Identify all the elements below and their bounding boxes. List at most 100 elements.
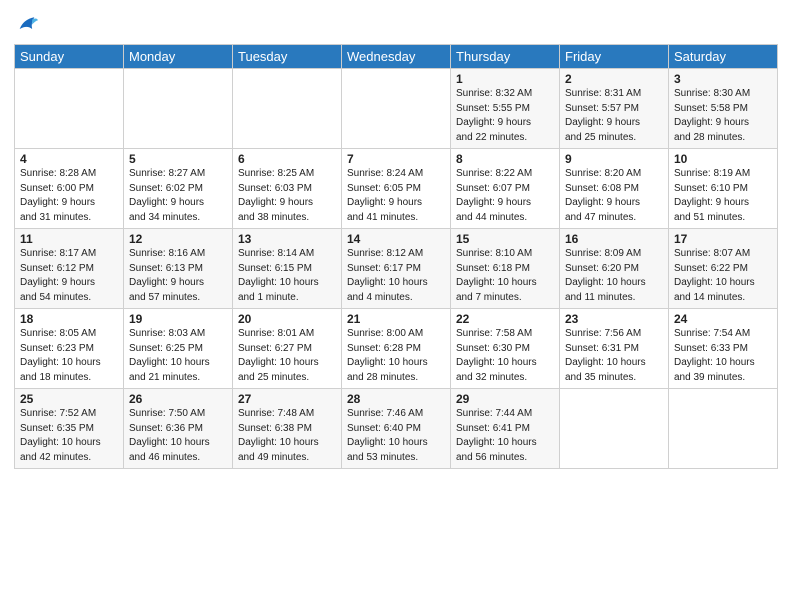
day-info: Sunrise: 7:48 AM Sunset: 6:38 PM Dayligh… (238, 407, 336, 465)
day-number: 5 (129, 152, 227, 166)
page-container: SundayMondayTuesdayWednesdayThursdayFrid… (0, 0, 792, 612)
day-info: Sunrise: 7:52 AM Sunset: 6:35 PM Dayligh… (20, 407, 118, 465)
calendar-header-friday: Friday (560, 45, 669, 69)
calendar-cell: 18Sunrise: 8:05 AM Sunset: 6:23 PM Dayli… (15, 309, 124, 389)
day-number: 4 (20, 152, 118, 166)
day-number: 24 (674, 312, 772, 326)
day-info: Sunrise: 7:54 AM Sunset: 6:33 PM Dayligh… (674, 327, 772, 385)
calendar-cell (560, 389, 669, 469)
calendar-cell: 20Sunrise: 8:01 AM Sunset: 6:27 PM Dayli… (233, 309, 342, 389)
day-info: Sunrise: 8:09 AM Sunset: 6:20 PM Dayligh… (565, 247, 663, 305)
calendar-cell: 17Sunrise: 8:07 AM Sunset: 6:22 PM Dayli… (669, 229, 778, 309)
calendar-cell: 15Sunrise: 8:10 AM Sunset: 6:18 PM Dayli… (451, 229, 560, 309)
day-number: 15 (456, 232, 554, 246)
day-info: Sunrise: 7:58 AM Sunset: 6:30 PM Dayligh… (456, 327, 554, 385)
header (14, 10, 778, 36)
day-number: 27 (238, 392, 336, 406)
calendar-cell (342, 69, 451, 149)
day-number: 20 (238, 312, 336, 326)
calendar-cell: 6Sunrise: 8:25 AM Sunset: 6:03 PM Daylig… (233, 149, 342, 229)
day-info: Sunrise: 8:12 AM Sunset: 6:17 PM Dayligh… (347, 247, 445, 305)
day-number: 8 (456, 152, 554, 166)
day-number: 1 (456, 72, 554, 86)
day-info: Sunrise: 8:17 AM Sunset: 6:12 PM Dayligh… (20, 247, 118, 305)
day-number: 12 (129, 232, 227, 246)
logo (14, 14, 38, 36)
calendar-header-row: SundayMondayTuesdayWednesdayThursdayFrid… (15, 45, 778, 69)
day-number: 13 (238, 232, 336, 246)
calendar-cell: 13Sunrise: 8:14 AM Sunset: 6:15 PM Dayli… (233, 229, 342, 309)
calendar-cell: 19Sunrise: 8:03 AM Sunset: 6:25 PM Dayli… (124, 309, 233, 389)
calendar-cell: 21Sunrise: 8:00 AM Sunset: 6:28 PM Dayli… (342, 309, 451, 389)
day-info: Sunrise: 8:28 AM Sunset: 6:00 PM Dayligh… (20, 167, 118, 225)
calendar-cell: 8Sunrise: 8:22 AM Sunset: 6:07 PM Daylig… (451, 149, 560, 229)
calendar-header-saturday: Saturday (669, 45, 778, 69)
day-number: 16 (565, 232, 663, 246)
day-number: 11 (20, 232, 118, 246)
calendar-cell: 3Sunrise: 8:30 AM Sunset: 5:58 PM Daylig… (669, 69, 778, 149)
calendar-cell: 10Sunrise: 8:19 AM Sunset: 6:10 PM Dayli… (669, 149, 778, 229)
day-number: 10 (674, 152, 772, 166)
day-info: Sunrise: 8:00 AM Sunset: 6:28 PM Dayligh… (347, 327, 445, 385)
calendar-week-row: 25Sunrise: 7:52 AM Sunset: 6:35 PM Dayli… (15, 389, 778, 469)
calendar-week-row: 1Sunrise: 8:32 AM Sunset: 5:55 PM Daylig… (15, 69, 778, 149)
calendar-cell: 29Sunrise: 7:44 AM Sunset: 6:41 PM Dayli… (451, 389, 560, 469)
day-info: Sunrise: 8:32 AM Sunset: 5:55 PM Dayligh… (456, 87, 554, 145)
calendar-cell (233, 69, 342, 149)
calendar-cell: 12Sunrise: 8:16 AM Sunset: 6:13 PM Dayli… (124, 229, 233, 309)
day-number: 28 (347, 392, 445, 406)
calendar-cell: 26Sunrise: 7:50 AM Sunset: 6:36 PM Dayli… (124, 389, 233, 469)
calendar-cell: 5Sunrise: 8:27 AM Sunset: 6:02 PM Daylig… (124, 149, 233, 229)
calendar-cell: 16Sunrise: 8:09 AM Sunset: 6:20 PM Dayli… (560, 229, 669, 309)
day-info: Sunrise: 7:50 AM Sunset: 6:36 PM Dayligh… (129, 407, 227, 465)
calendar-cell: 7Sunrise: 8:24 AM Sunset: 6:05 PM Daylig… (342, 149, 451, 229)
day-number: 6 (238, 152, 336, 166)
calendar-header-monday: Monday (124, 45, 233, 69)
day-info: Sunrise: 8:10 AM Sunset: 6:18 PM Dayligh… (456, 247, 554, 305)
calendar-cell: 4Sunrise: 8:28 AM Sunset: 6:00 PM Daylig… (15, 149, 124, 229)
day-number: 14 (347, 232, 445, 246)
logo-bird-icon (16, 14, 38, 36)
day-info: Sunrise: 8:22 AM Sunset: 6:07 PM Dayligh… (456, 167, 554, 225)
day-info: Sunrise: 8:07 AM Sunset: 6:22 PM Dayligh… (674, 247, 772, 305)
day-info: Sunrise: 8:03 AM Sunset: 6:25 PM Dayligh… (129, 327, 227, 385)
calendar-cell (124, 69, 233, 149)
calendar-cell: 2Sunrise: 8:31 AM Sunset: 5:57 PM Daylig… (560, 69, 669, 149)
day-number: 29 (456, 392, 554, 406)
day-number: 9 (565, 152, 663, 166)
day-info: Sunrise: 8:16 AM Sunset: 6:13 PM Dayligh… (129, 247, 227, 305)
calendar-header-tuesday: Tuesday (233, 45, 342, 69)
day-info: Sunrise: 8:19 AM Sunset: 6:10 PM Dayligh… (674, 167, 772, 225)
day-number: 3 (674, 72, 772, 86)
calendar-cell: 22Sunrise: 7:58 AM Sunset: 6:30 PM Dayli… (451, 309, 560, 389)
calendar-table: SundayMondayTuesdayWednesdayThursdayFrid… (14, 44, 778, 469)
day-info: Sunrise: 8:01 AM Sunset: 6:27 PM Dayligh… (238, 327, 336, 385)
day-number: 22 (456, 312, 554, 326)
calendar-cell: 24Sunrise: 7:54 AM Sunset: 6:33 PM Dayli… (669, 309, 778, 389)
calendar-cell: 27Sunrise: 7:48 AM Sunset: 6:38 PM Dayli… (233, 389, 342, 469)
day-number: 23 (565, 312, 663, 326)
day-info: Sunrise: 8:31 AM Sunset: 5:57 PM Dayligh… (565, 87, 663, 145)
calendar-cell: 25Sunrise: 7:52 AM Sunset: 6:35 PM Dayli… (15, 389, 124, 469)
calendar-cell (15, 69, 124, 149)
day-info: Sunrise: 8:25 AM Sunset: 6:03 PM Dayligh… (238, 167, 336, 225)
calendar-header-wednesday: Wednesday (342, 45, 451, 69)
day-info: Sunrise: 8:24 AM Sunset: 6:05 PM Dayligh… (347, 167, 445, 225)
calendar-header-sunday: Sunday (15, 45, 124, 69)
calendar-header-thursday: Thursday (451, 45, 560, 69)
day-info: Sunrise: 8:30 AM Sunset: 5:58 PM Dayligh… (674, 87, 772, 145)
day-number: 2 (565, 72, 663, 86)
day-info: Sunrise: 8:05 AM Sunset: 6:23 PM Dayligh… (20, 327, 118, 385)
calendar-cell: 28Sunrise: 7:46 AM Sunset: 6:40 PM Dayli… (342, 389, 451, 469)
calendar-week-row: 11Sunrise: 8:17 AM Sunset: 6:12 PM Dayli… (15, 229, 778, 309)
day-number: 17 (674, 232, 772, 246)
day-number: 26 (129, 392, 227, 406)
calendar-cell: 14Sunrise: 8:12 AM Sunset: 6:17 PM Dayli… (342, 229, 451, 309)
day-info: Sunrise: 8:27 AM Sunset: 6:02 PM Dayligh… (129, 167, 227, 225)
calendar-cell: 23Sunrise: 7:56 AM Sunset: 6:31 PM Dayli… (560, 309, 669, 389)
day-info: Sunrise: 7:46 AM Sunset: 6:40 PM Dayligh… (347, 407, 445, 465)
day-number: 7 (347, 152, 445, 166)
day-number: 19 (129, 312, 227, 326)
calendar-cell (669, 389, 778, 469)
day-info: Sunrise: 8:20 AM Sunset: 6:08 PM Dayligh… (565, 167, 663, 225)
